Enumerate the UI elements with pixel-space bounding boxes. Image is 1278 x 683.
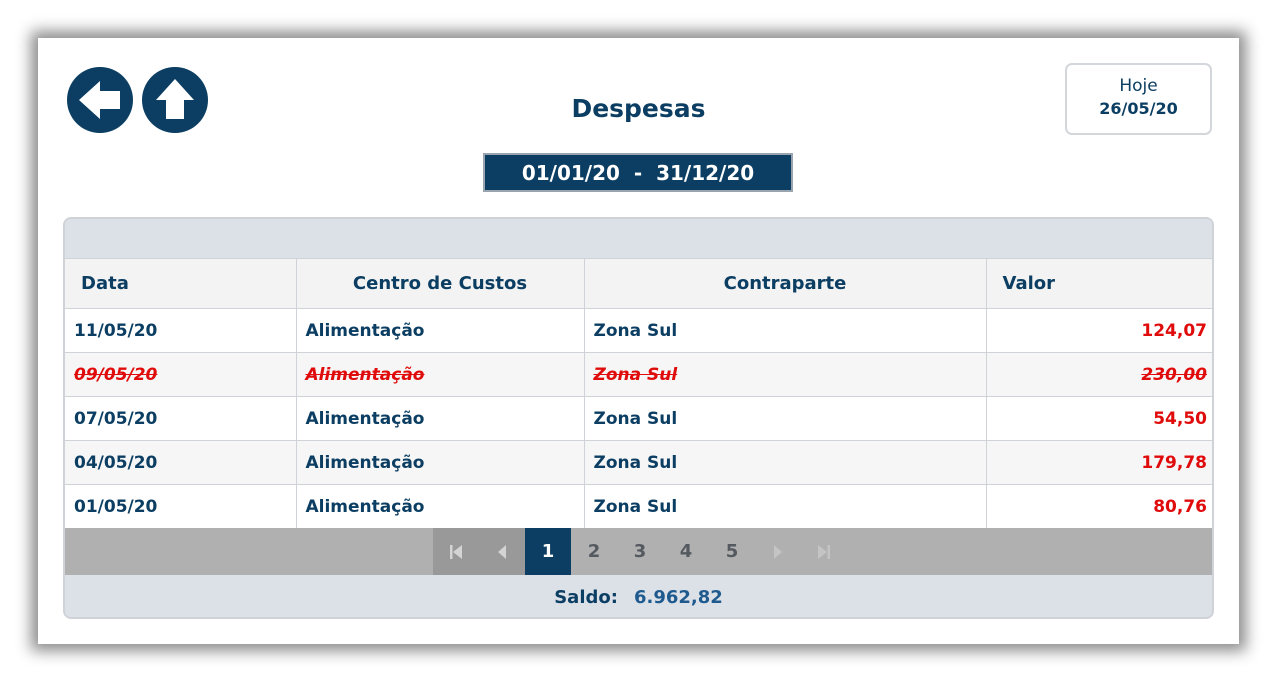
- cell-centro: Alimentação: [295, 352, 585, 397]
- column-header-data[interactable]: Data: [65, 258, 297, 309]
- cell-centro: Alimentação: [295, 308, 585, 353]
- column-header-contraparte[interactable]: Contraparte: [583, 258, 987, 309]
- column-header-valor[interactable]: Valor: [985, 258, 1212, 309]
- column-header-centro-de-custos[interactable]: Centro de Custos: [295, 258, 585, 309]
- date-range-button[interactable]: 01/01/20 - 31/12/20: [483, 153, 793, 192]
- cell-valor: 80,76: [985, 484, 1212, 529]
- next-page-icon: [774, 544, 782, 559]
- grid-toolbar: [65, 219, 1212, 258]
- expenses-grid: Data Centro de Custos Contraparte Valor …: [63, 217, 1214, 619]
- table-header-row: Data Centro de Custos Contraparte Valor: [65, 258, 1212, 309]
- cell-data: 11/05/20: [65, 308, 297, 353]
- expenses-table: Data Centro de Custos Contraparte Valor …: [65, 258, 1212, 529]
- first-page-button[interactable]: [433, 528, 479, 575]
- today-box: Hoje 26/05/20: [1065, 63, 1212, 135]
- balance-label: Saldo:: [554, 586, 618, 608]
- cell-data: 07/05/20: [65, 396, 297, 441]
- cell-centro: Alimentação: [295, 484, 585, 529]
- page-3-button[interactable]: 3: [617, 528, 663, 575]
- table-row[interactable]: 04/05/20 Alimentação Zona Sul 179,78: [65, 440, 1212, 485]
- cell-valor: 124,07: [985, 308, 1212, 353]
- table-row[interactable]: 07/05/20 Alimentação Zona Sul 54,50: [65, 396, 1212, 441]
- cell-centro: Alimentação: [295, 396, 585, 441]
- cell-contraparte: Zona Sul: [583, 308, 987, 353]
- page-1-button[interactable]: 1: [525, 528, 571, 575]
- first-page-icon: [450, 544, 462, 559]
- cell-centro: Alimentação: [295, 440, 585, 485]
- next-page-button[interactable]: [755, 528, 801, 575]
- balance-value: 6.962,82: [633, 586, 723, 608]
- app-window: Despesas Hoje 26/05/20 01/01/20 - 31/12/…: [38, 38, 1239, 644]
- cell-valor: 179,78: [985, 440, 1212, 485]
- pagination-bar: 1 2 3 4 5: [65, 528, 1212, 575]
- cell-contraparte: Zona Sul: [583, 440, 987, 485]
- cell-data: 09/05/20: [65, 352, 297, 397]
- cell-valor: 54,50: [985, 396, 1212, 441]
- cell-data: 01/05/20: [65, 484, 297, 529]
- cell-contraparte: Zona Sul: [583, 352, 987, 397]
- last-page-icon: [818, 544, 830, 559]
- table-row[interactable]: 01/05/20 Alimentação Zona Sul 80,76: [65, 484, 1212, 529]
- today-label: Hoje: [1119, 76, 1158, 96]
- page-2-button[interactable]: 2: [571, 528, 617, 575]
- page-4-button[interactable]: 4: [663, 528, 709, 575]
- cell-contraparte: Zona Sul: [583, 484, 987, 529]
- today-date: 26/05/20: [1099, 99, 1178, 118]
- last-page-button[interactable]: [801, 528, 847, 575]
- cell-valor: 230,00: [985, 352, 1212, 397]
- table-row-cancelled[interactable]: 09/05/20 Alimentação Zona Sul 230,00: [65, 352, 1212, 397]
- cell-data: 04/05/20: [65, 440, 297, 485]
- balance-footer: Saldo: 6.962,82: [65, 575, 1212, 617]
- table-row[interactable]: 11/05/20 Alimentação Zona Sul 124,07: [65, 308, 1212, 353]
- page-title: Despesas: [571, 94, 706, 123]
- prev-page-button[interactable]: [479, 528, 525, 575]
- prev-page-icon: [498, 544, 506, 559]
- cell-contraparte: Zona Sul: [583, 396, 987, 441]
- page-5-button[interactable]: 5: [709, 528, 755, 575]
